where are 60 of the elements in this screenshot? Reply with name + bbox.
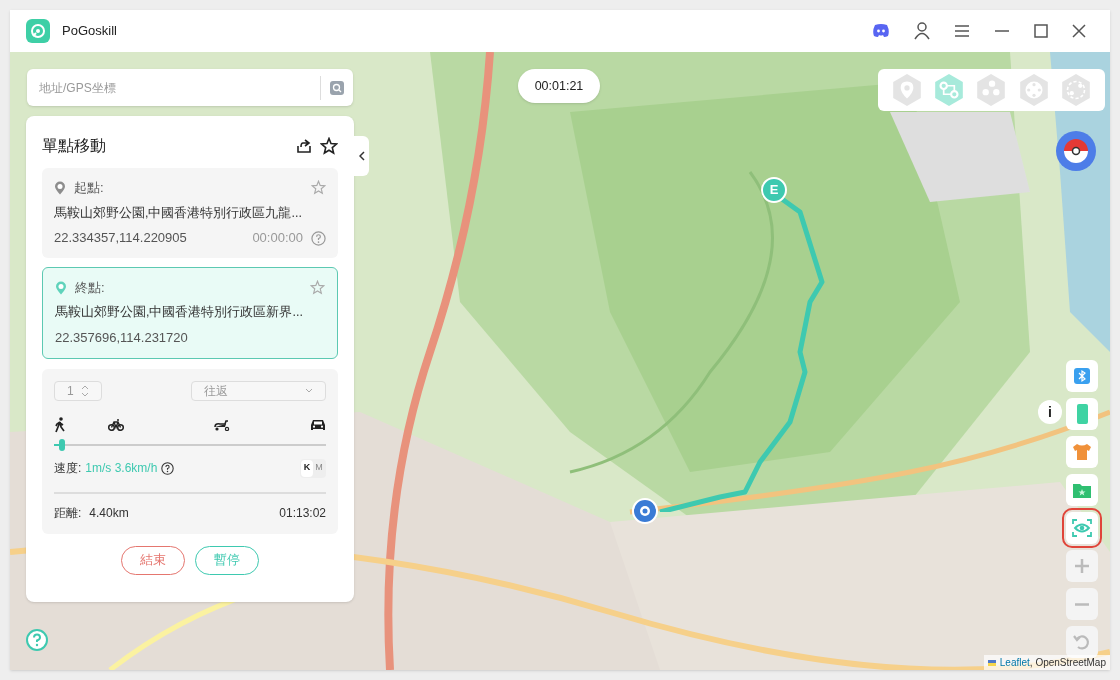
- menu-icon[interactable]: [954, 24, 970, 38]
- flag-icon: [987, 659, 996, 666]
- help-icon[interactable]: [161, 461, 175, 475]
- unit-toggle[interactable]: M: [313, 459, 325, 477]
- speed-slider[interactable]: [54, 438, 326, 451]
- favorite-icon[interactable]: [320, 137, 338, 155]
- search-icon[interactable]: [330, 81, 344, 95]
- ball-icon[interactable]: [1055, 130, 1097, 172]
- end-pin-icon: [55, 280, 67, 295]
- chat-icon[interactable]: [872, 24, 890, 38]
- tool-button[interactable]: [1066, 398, 1098, 430]
- start-address: 馬鞍山郊野公園,中國香港特別行政區九龍...: [54, 204, 303, 222]
- tool-button[interactable]: [1066, 360, 1098, 392]
- zoom-out-icon: [1075, 602, 1089, 606]
- search-field[interactable]: 地址/GPS坐標: [27, 69, 353, 106]
- route-mode-dropdown[interactable]: 往返: [191, 380, 326, 401]
- car-icon[interactable]: [310, 417, 326, 432]
- bicycle-icon[interactable]: [108, 418, 125, 431]
- star-icon[interactable]: [311, 180, 326, 196]
- attribution-text: , OpenStreetMap: [1029, 657, 1106, 668]
- start-pin-icon: [54, 180, 66, 195]
- stop-button[interactable]: 結束: [121, 545, 185, 575]
- share-icon[interactable]: [296, 138, 312, 154]
- leaflet-link[interactable]: Leaflet: [999, 657, 1030, 668]
- panel-title: 單點移動: [42, 136, 107, 156]
- unit-toggle[interactable]: K: [301, 459, 313, 477]
- walking-icon[interactable]: [54, 416, 66, 433]
- start-label: 起點:: [74, 179, 105, 197]
- stepper-icon[interactable]: [81, 383, 89, 398]
- repeat-count-field[interactable]: 1: [54, 380, 102, 401]
- distance-label: 距離:: [54, 504, 82, 522]
- end-label: 終點:: [75, 278, 106, 297]
- distance-value: 4.40km: [89, 504, 130, 522]
- tool-button[interactable]: [1066, 626, 1098, 658]
- end-address: 馬鞍山郊野公園,中國香港特別行政區新界...: [55, 304, 304, 322]
- window-title: PoGoskill: [62, 22, 117, 41]
- star-icon[interactable]: [310, 280, 325, 295]
- timer: 00:01:21: [518, 69, 600, 103]
- tool-button[interactable]: [1066, 436, 1098, 468]
- tool-button[interactable]: [1066, 474, 1098, 506]
- start-time: 00:00:00: [252, 229, 303, 248]
- close-icon[interactable]: [1072, 24, 1086, 38]
- speed-value: 1m/s 3.6km/h: [85, 460, 158, 477]
- app-logo-icon: [26, 19, 50, 43]
- duration-value: 01:13:02: [279, 504, 326, 522]
- speed-label: 速度:: [54, 460, 82, 477]
- start-coordinates: 22.334357,114.220905: [54, 229, 188, 248]
- end-coordinates: 22.357696,114.231720: [55, 329, 189, 347]
- maximize-icon[interactable]: [1034, 24, 1048, 38]
- minimize-icon[interactable]: [994, 30, 1010, 32]
- pause-button[interactable]: 暫停: [195, 545, 259, 575]
- user-icon[interactable]: [914, 22, 930, 40]
- slider-thumb[interactable]: [59, 438, 66, 451]
- tool-button[interactable]: [1066, 588, 1098, 620]
- eye-icon: [1070, 516, 1094, 540]
- tool-button[interactable]: [1066, 550, 1098, 582]
- chevron-down-icon: [305, 388, 313, 393]
- collapse-panel-tab[interactable]: [354, 136, 369, 176]
- scooter-icon[interactable]: [214, 418, 231, 431]
- chevron-left-icon: [358, 151, 365, 161]
